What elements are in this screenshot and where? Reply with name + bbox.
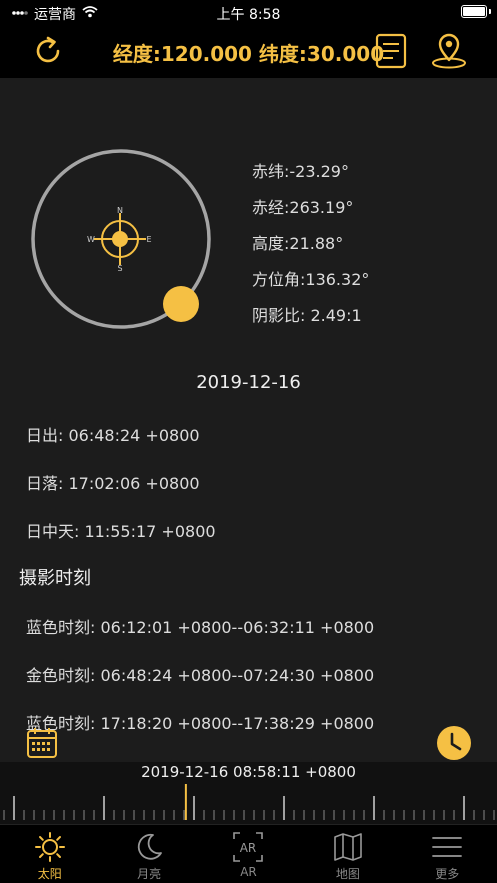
notes-button[interactable] — [374, 32, 408, 70]
status-bar: 运营商 上午 8:58 — [0, 0, 497, 24]
compass-west-label: W — [87, 235, 95, 244]
tab-sun-label: 太阳 — [37, 867, 62, 881]
tab-moon[interactable]: 月亮 — [99, 825, 198, 883]
tab-sun[interactable]: 太阳 — [0, 825, 99, 883]
tab-moon-label: 月亮 — [137, 867, 162, 881]
calendar-icon — [27, 728, 57, 758]
document-icon — [375, 33, 407, 69]
sunrise-row: 日出: 06:48:24 +0800 — [26, 426, 200, 445]
tab-ar[interactable]: AR AR — [199, 825, 298, 883]
ar-glyph: AR — [240, 841, 257, 855]
compass-rose-icon — [94, 213, 146, 265]
compass-north-label: N — [117, 206, 123, 215]
shadow-ratio-label: 阴影比: 2.49:1 — [252, 306, 362, 325]
altitude-label: 高度:21.88° — [252, 234, 344, 253]
location-pin-icon — [432, 33, 466, 69]
status-time: 上午 8:58 — [216, 7, 281, 23]
main-content: N S W E 赤纬:-23.29° 赤经:263.19° 高度:21.88° … — [0, 78, 497, 762]
menu-icon — [431, 831, 463, 863]
blue-hour-evening-row: 蓝色时刻: 17:18:20 +0800--17:38:29 +0800 — [26, 714, 375, 733]
coordinates-label: 经度:120.000 纬度:30.000 — [112, 42, 385, 66]
clock-icon — [437, 726, 471, 760]
moon-icon — [133, 831, 165, 863]
solar-noon-row: 日中天: 11:55:17 +0800 — [26, 522, 216, 541]
declination-label: 赤纬:-23.29° — [252, 162, 349, 181]
battery-icon — [461, 5, 487, 18]
top-bar: 经度:120.000 纬度:30.000 — [0, 24, 497, 78]
tab-bar: 太阳 月亮 AR AR 地图 更多 — [0, 824, 497, 883]
tab-more[interactable]: 更多 — [398, 825, 497, 883]
sun-compass: N S W E — [28, 147, 218, 337]
ar-icon: AR — [232, 831, 264, 863]
azimuth-label: 方位角:136.32° — [252, 270, 370, 289]
tab-map-label: 地图 — [335, 867, 360, 881]
time-button[interactable] — [436, 725, 472, 761]
tab-more-label: 更多 — [435, 867, 460, 881]
golden-hour-row: 金色时刻: 06:48:24 +0800--07:24:30 +0800 — [26, 666, 375, 685]
photo-section-title: 摄影时刻 — [19, 568, 91, 589]
tab-map[interactable]: 地图 — [298, 825, 397, 883]
sun-icon — [34, 831, 66, 863]
timeline-slider[interactable]: 2019-12-16 08:58:11 +0800 — [0, 762, 497, 824]
map-icon — [332, 831, 364, 863]
timeline-ruler[interactable] — [0, 762, 497, 824]
battery-tip — [489, 9, 491, 14]
date-title: 2019-12-16 — [196, 372, 301, 393]
tab-ar-label: AR — [240, 865, 257, 879]
blue-hour-morning-row: 蓝色时刻: 06:12:01 +0800--06:32:11 +0800 — [26, 618, 375, 637]
sunset-row: 日落: 17:02:06 +0800 — [26, 474, 200, 493]
sun-position-marker — [163, 286, 199, 322]
compass-south-label: S — [117, 264, 122, 273]
compass-east-label: E — [146, 235, 151, 244]
right-ascension-label: 赤经:263.19° — [252, 198, 354, 217]
calendar-button[interactable] — [25, 726, 59, 760]
location-button[interactable] — [430, 31, 468, 71]
